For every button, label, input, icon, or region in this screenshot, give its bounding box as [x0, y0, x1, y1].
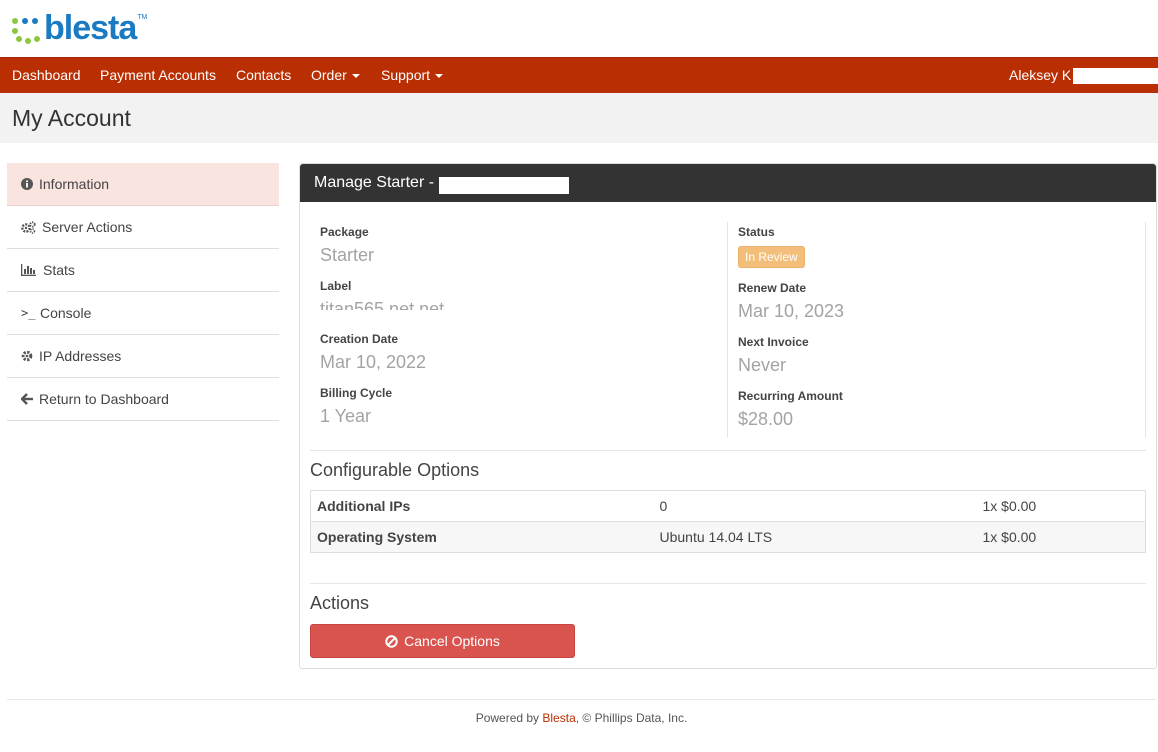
- logo-trademark: TM: [137, 14, 148, 21]
- actions-title: Actions: [310, 593, 370, 613]
- cancel-options-button[interactable]: Cancel Options: [310, 624, 575, 658]
- next-invoice-value: Never: [738, 355, 787, 375]
- renew-date-value: Mar 10, 2023: [738, 301, 845, 321]
- creation-date-label: Creation Date: [320, 332, 399, 346]
- page-title: My Account: [12, 105, 131, 131]
- sidebar-item-return-dashboard[interactable]: Return to Dashboard: [7, 378, 279, 421]
- table-row: Additional IPs 0 1x $0.00: [310, 490, 1146, 522]
- arrow-left-icon: [21, 393, 37, 405]
- sidebar-item-ip-addresses[interactable]: IP Addresses: [7, 335, 279, 378]
- sidebar-nav: Information Server Actions Stats >_ Cons…: [7, 163, 279, 421]
- redaction-box: [439, 177, 569, 194]
- sidebar-item-label: Return to Dashboard: [39, 391, 169, 407]
- configurable-options-title: Configurable Options: [310, 460, 480, 480]
- option-value: 0: [653, 490, 977, 522]
- option-value: Ubuntu 14.04 LTS: [653, 521, 977, 553]
- column-divider: [727, 222, 728, 438]
- nav-order-dropdown[interactable]: Order: [311, 58, 360, 94]
- panel-title: Manage Starter -: [300, 164, 1156, 202]
- blesta-logo[interactable]: blesta TM: [12, 10, 147, 46]
- sidebar-item-console[interactable]: >_ Console: [7, 292, 279, 335]
- next-invoice-label: Next Invoice: [738, 335, 809, 349]
- label-label: Label: [320, 279, 352, 293]
- caret-down-icon: [351, 74, 360, 79]
- status-label: Status: [738, 225, 775, 239]
- nav-support-dropdown[interactable]: Support: [381, 58, 444, 94]
- sidebar-item-label: Server Actions: [42, 219, 133, 235]
- status-badge: In Review: [738, 246, 805, 268]
- package-value: Starter: [320, 245, 375, 265]
- cogs-icon: [21, 220, 40, 234]
- main-navbar: Dashboard Payment Accounts Contacts Orde…: [0, 57, 1158, 93]
- sidebar-item-label: Stats: [43, 262, 75, 278]
- footer: Powered by Blesta, © Phillips Data, Inc.: [475, 711, 688, 725]
- footer-divider: [7, 699, 1157, 700]
- terminal-icon: >_: [21, 306, 36, 320]
- divider: [310, 450, 1146, 451]
- logo-dots-icon: [12, 12, 42, 44]
- info-circle-icon: [21, 178, 37, 190]
- gear-icon: [21, 350, 37, 362]
- recurring-amount-label: Recurring Amount: [738, 389, 843, 403]
- label-value: titan565.net.net: [320, 301, 444, 310]
- option-name: Additional IPs: [310, 490, 654, 522]
- nav-payment-accounts[interactable]: Payment Accounts: [100, 58, 216, 94]
- column-divider: [1145, 222, 1146, 438]
- package-label: Package: [320, 225, 369, 239]
- sidebar-item-information[interactable]: Information: [7, 163, 279, 206]
- sidebar-item-server-actions[interactable]: Server Actions: [7, 206, 279, 249]
- nav-contacts[interactable]: Contacts: [236, 58, 291, 94]
- cancel-options-label: Cancel Options: [404, 633, 500, 649]
- redaction-box: [1073, 68, 1158, 84]
- option-price: 1x $0.00: [976, 521, 1146, 553]
- service-panel: Manage Starter - Package Starter Label t…: [299, 163, 1157, 669]
- bar-chart-icon: [21, 264, 41, 276]
- recurring-amount-value: $28.00: [738, 409, 794, 429]
- option-name: Operating System: [310, 521, 654, 553]
- nav-dashboard[interactable]: Dashboard: [12, 58, 81, 94]
- label-value-clip: titan565.net.net: [320, 301, 520, 310]
- configurable-options-table: Additional IPs 0 1x $0.00 Operating Syst…: [310, 490, 1146, 553]
- divider: [310, 583, 1146, 584]
- sidebar-item-label: Console: [40, 305, 92, 321]
- caret-down-icon: [435, 74, 444, 79]
- ban-icon: [385, 634, 398, 648]
- sidebar-item-label: IP Addresses: [39, 348, 122, 364]
- logo-text: blesta: [44, 9, 137, 47]
- renew-date-label: Renew Date: [738, 281, 807, 295]
- blesta-link[interactable]: Blesta: [542, 711, 575, 725]
- billing-cycle-label: Billing Cycle: [320, 386, 393, 400]
- table-row: Operating System Ubuntu 14.04 LTS 1x $0.…: [310, 521, 1146, 553]
- billing-cycle-value: 1 Year: [320, 406, 372, 426]
- sidebar-item-stats[interactable]: Stats: [7, 249, 279, 292]
- option-price: 1x $0.00: [976, 490, 1146, 522]
- page-header: My Account: [0, 93, 1158, 143]
- sidebar-item-label: Information: [39, 176, 110, 192]
- creation-date-value: Mar 10, 2022: [320, 352, 427, 372]
- nav-user-menu[interactable]: Aleksey K: [1009, 58, 1071, 94]
